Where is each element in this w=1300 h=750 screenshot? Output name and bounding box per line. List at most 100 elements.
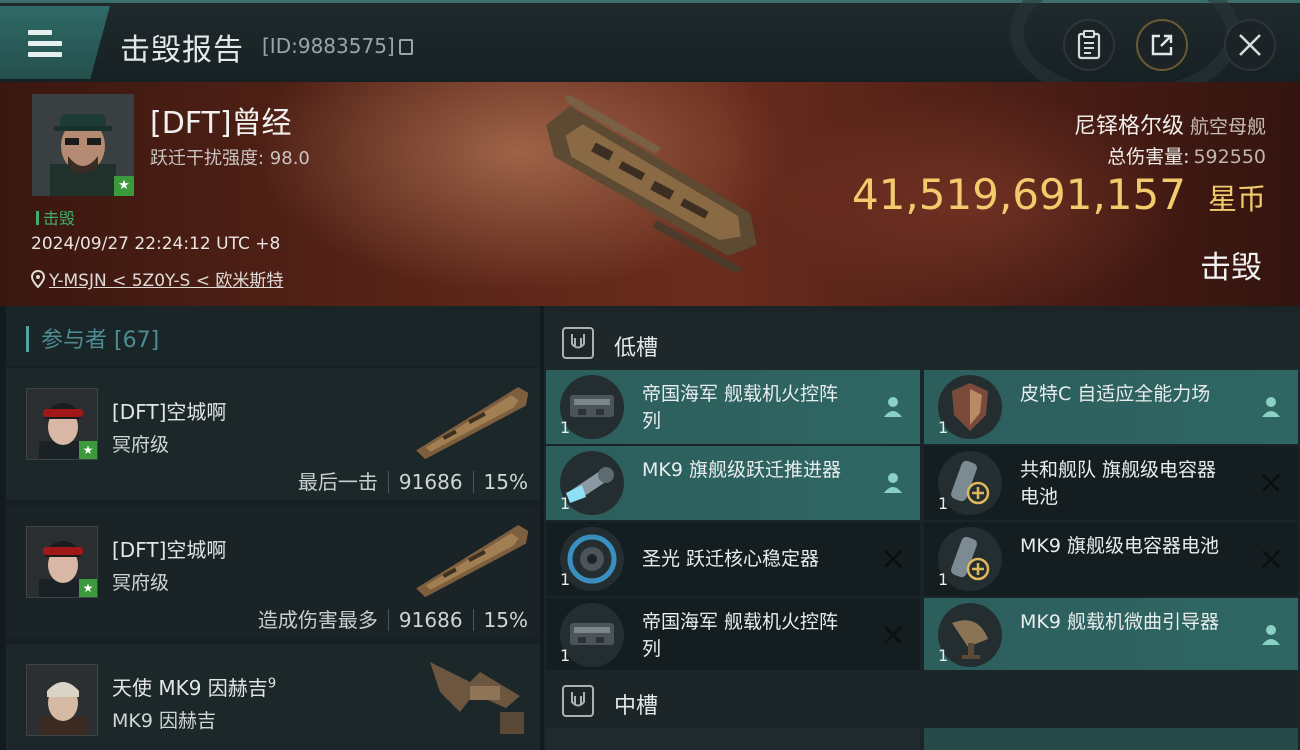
kill-datetime: 2024/09/27 22:24:12 UTC +8: [31, 234, 281, 254]
participant-name[interactable]: [DFT]空城啊: [112, 534, 226, 563]
report-id-text: [ID:9883575]: [262, 34, 395, 58]
participants-panel: 参与者 [67] ★ [DFT]空城啊 冥府级 最后一击 91686 15% ★…: [6, 306, 540, 750]
victim-ship-render: [546, 96, 757, 274]
module-quantity: 1: [560, 570, 571, 589]
module-quantity: 1: [938, 570, 949, 589]
slot-icon: [562, 685, 594, 717]
close-button[interactable]: [1224, 19, 1276, 71]
participant-card[interactable]: ★ [DFT]空城啊 冥府级 最后一击 91686 15%: [6, 368, 540, 500]
slot-icon: [562, 327, 594, 359]
module-item[interactable]: 1 圣光 跃迁核心稳定器: [546, 522, 920, 596]
participant-role: 造成伤害最多: [257, 608, 378, 632]
participant-stats: 最后一击 91686 15%: [298, 466, 528, 495]
status-badge: 击毁: [36, 205, 75, 229]
copy-icon[interactable]: [398, 39, 413, 55]
participant-ship: 冥府级: [112, 434, 170, 456]
share-icon: [1151, 34, 1173, 56]
kill-summary-banner: ★ [DFT]曾经 跃迁干扰强度: 98.0 击毁 2024/09/27 22:…: [0, 82, 1300, 306]
mid-slot-header: 中槽: [544, 670, 1300, 730]
module-quantity: 1: [938, 494, 949, 513]
participant-card[interactable]: 天使 MK9 因赫吉9 MK9 因赫吉: [6, 644, 540, 750]
low-slot-title: 低槽: [614, 336, 659, 361]
participant-name-sup: 9: [267, 676, 277, 692]
victim-name[interactable]: [DFT]曾经: [150, 98, 292, 142]
participant-name[interactable]: [DFT]空城啊: [112, 396, 226, 425]
person-icon: [1262, 397, 1280, 417]
share-button[interactable]: [1136, 19, 1188, 71]
victim-portrait[interactable]: ★: [32, 94, 134, 196]
mid-slot-row-peek: [544, 724, 1300, 750]
participant-percent: 15%: [483, 470, 528, 494]
participant-card[interactable]: ★ [DFT]空城啊 冥府级 造成伤害最多 91686 15%: [6, 506, 540, 638]
participants-count: [67]: [114, 328, 160, 353]
module-name: 帝国海军 舰载机火控阵列: [642, 383, 839, 432]
person-icon: [884, 473, 902, 493]
isk-unit: 星币: [1207, 182, 1266, 216]
status-badge-label: 击毁: [43, 209, 76, 228]
star-badge-icon: ★: [79, 441, 97, 459]
participant-ship-render: [430, 662, 524, 734]
participants-header: 参与者 [67]: [6, 306, 540, 366]
participant-ship-render: [416, 387, 529, 460]
participant-role: 最后一击: [297, 470, 378, 494]
module-item[interactable]: 1 皮特C 自适应全能力场: [924, 370, 1298, 444]
participant-avatar[interactable]: [26, 664, 98, 736]
destroyed-x-icon: [1262, 474, 1280, 492]
person-icon: [884, 397, 902, 417]
isk-amount: 41,519,691,157: [851, 170, 1186, 219]
participant-ship: 冥府级: [112, 572, 170, 594]
module-quantity: 1: [938, 418, 949, 437]
ship-class: 航空母舰: [1189, 116, 1266, 138]
module-quantity: 1: [560, 494, 571, 513]
participants-label: 参与者: [41, 328, 108, 353]
isk-value: 41,519,691,157 星币: [852, 170, 1266, 219]
location-pin-icon: [30, 269, 46, 289]
mid-slot-title: 中槽: [614, 694, 659, 719]
total-damage-value: 592550: [1193, 146, 1266, 168]
module-name: MK9 舰载机微曲引导器: [1020, 611, 1219, 633]
location-link[interactable]: Y-MSJN < 5Z0Y-S < 欧米斯特: [49, 271, 283, 291]
menu-button[interactable]: [0, 6, 110, 79]
person-icon: [1262, 625, 1280, 645]
participant-percent: 15%: [483, 608, 528, 632]
kill-result: 击毁: [1200, 250, 1262, 286]
participant-stats: 造成伤害最多 91686 15%: [258, 604, 528, 633]
module-name: 圣光 跃迁核心稳定器: [642, 548, 820, 570]
participant-ship: MK9 因赫吉: [112, 710, 216, 732]
participant-ship-render: [416, 525, 529, 598]
module-name: MK9 旗舰级跃迁推进器: [642, 459, 841, 481]
module-quantity: 1: [560, 646, 571, 665]
module-name: MK9 旗舰级电容器电池: [1020, 535, 1219, 557]
top-bar: 击毁报告 [ID:9883575]: [0, 0, 1300, 103]
star-badge-icon: ★: [79, 579, 97, 597]
module-item[interactable]: 1 帝国海军 舰载机火控阵列: [546, 598, 920, 672]
destroyed-x-icon: [1262, 550, 1280, 568]
report-id[interactable]: [ID:9883575]: [262, 34, 413, 58]
participant-damage: 91686: [398, 470, 463, 494]
module-item[interactable]: 1 共和舰队 旗舰级电容器电池: [924, 446, 1298, 520]
participant-avatar-image: [27, 665, 97, 735]
clipboard-button[interactable]: [1063, 19, 1115, 71]
fitting-panel: 低槽 1 帝国海军 舰载机火控阵列 1 皮特C 自适应全能力场 1 MK9 旗舰…: [544, 306, 1300, 750]
low-slot-header: 低槽: [544, 312, 1300, 372]
module-item[interactable]: 1 MK9 旗舰级跃迁推进器: [546, 446, 920, 520]
module-quantity: 1: [938, 646, 949, 665]
total-damage: 总伤害量: 592550: [1107, 142, 1266, 169]
module-quantity: 1: [560, 418, 571, 437]
kill-location[interactable]: Y-MSJN < 5Z0Y-S < 欧米斯特: [30, 266, 283, 291]
module-item[interactable]: 1 MK9 舰载机微曲引导器: [924, 598, 1298, 672]
module-name: 帝国海军 舰载机火控阵列: [642, 611, 839, 660]
star-badge-icon: ★: [114, 176, 134, 196]
participant-avatar[interactable]: ★: [26, 526, 98, 598]
warp-disrupt-strength: 跃迁干扰强度: 98.0: [150, 148, 310, 169]
participant-avatar[interactable]: ★: [26, 388, 98, 460]
participant-damage: 91686: [398, 608, 463, 632]
close-icon: [1239, 34, 1261, 56]
participant-name[interactable]: 天使 MK9 因赫吉9: [112, 672, 276, 701]
destroyed-x-icon: [884, 550, 902, 568]
total-damage-label: 总伤害量:: [1107, 146, 1190, 168]
page-title: 击毁报告: [120, 33, 244, 68]
victim-ship[interactable]: 尼铎格尔级 航空母舰: [1074, 108, 1266, 140]
module-item[interactable]: 1 MK9 旗舰级电容器电池: [924, 522, 1298, 596]
module-item[interactable]: 1 帝国海军 舰载机火控阵列: [546, 370, 920, 444]
